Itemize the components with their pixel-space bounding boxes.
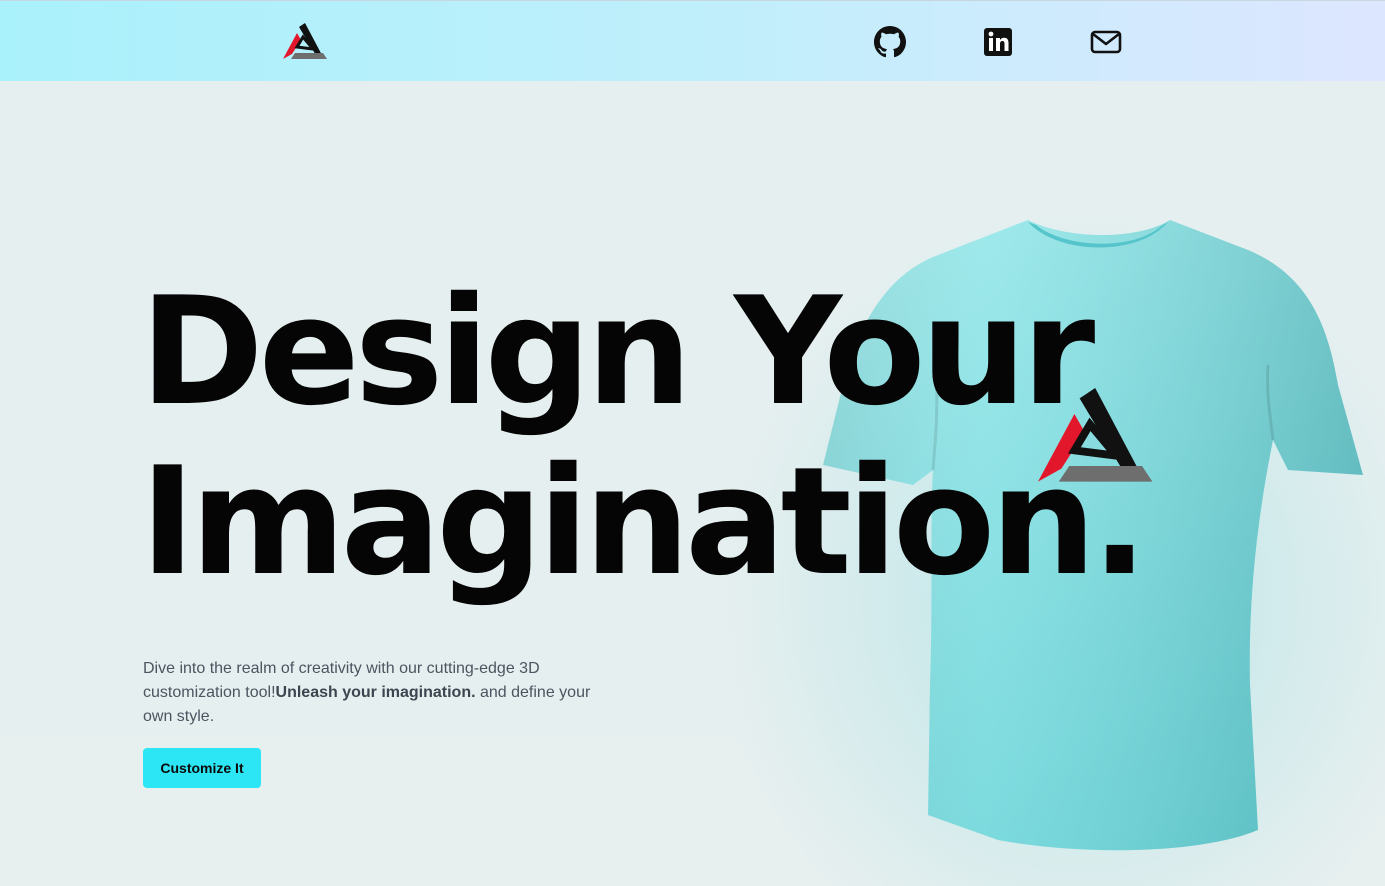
brand-triangle-logo-icon: [283, 23, 327, 59]
mail-link[interactable]: [1090, 26, 1122, 58]
hero-headline: Design Your Imagination.: [140, 268, 1240, 608]
github-link[interactable]: [874, 26, 906, 58]
mail-icon: [1090, 30, 1122, 54]
description-bold: Unleash your imagination.: [275, 684, 476, 701]
customize-it-button[interactable]: Customize It: [143, 748, 261, 788]
page: Design Your Imagination. Dive into the r…: [0, 0, 1385, 886]
top-navbar: [0, 0, 1385, 81]
hero-description: Dive into the realm of creativity with o…: [143, 657, 603, 729]
headline-line-1: Design Your: [140, 266, 1095, 439]
linkedin-icon: [984, 28, 1012, 56]
headline-line-2: Imagination.: [140, 436, 1148, 609]
github-icon: [874, 26, 906, 58]
brand-logo[interactable]: [283, 23, 327, 61]
linkedin-link[interactable]: [982, 26, 1014, 58]
